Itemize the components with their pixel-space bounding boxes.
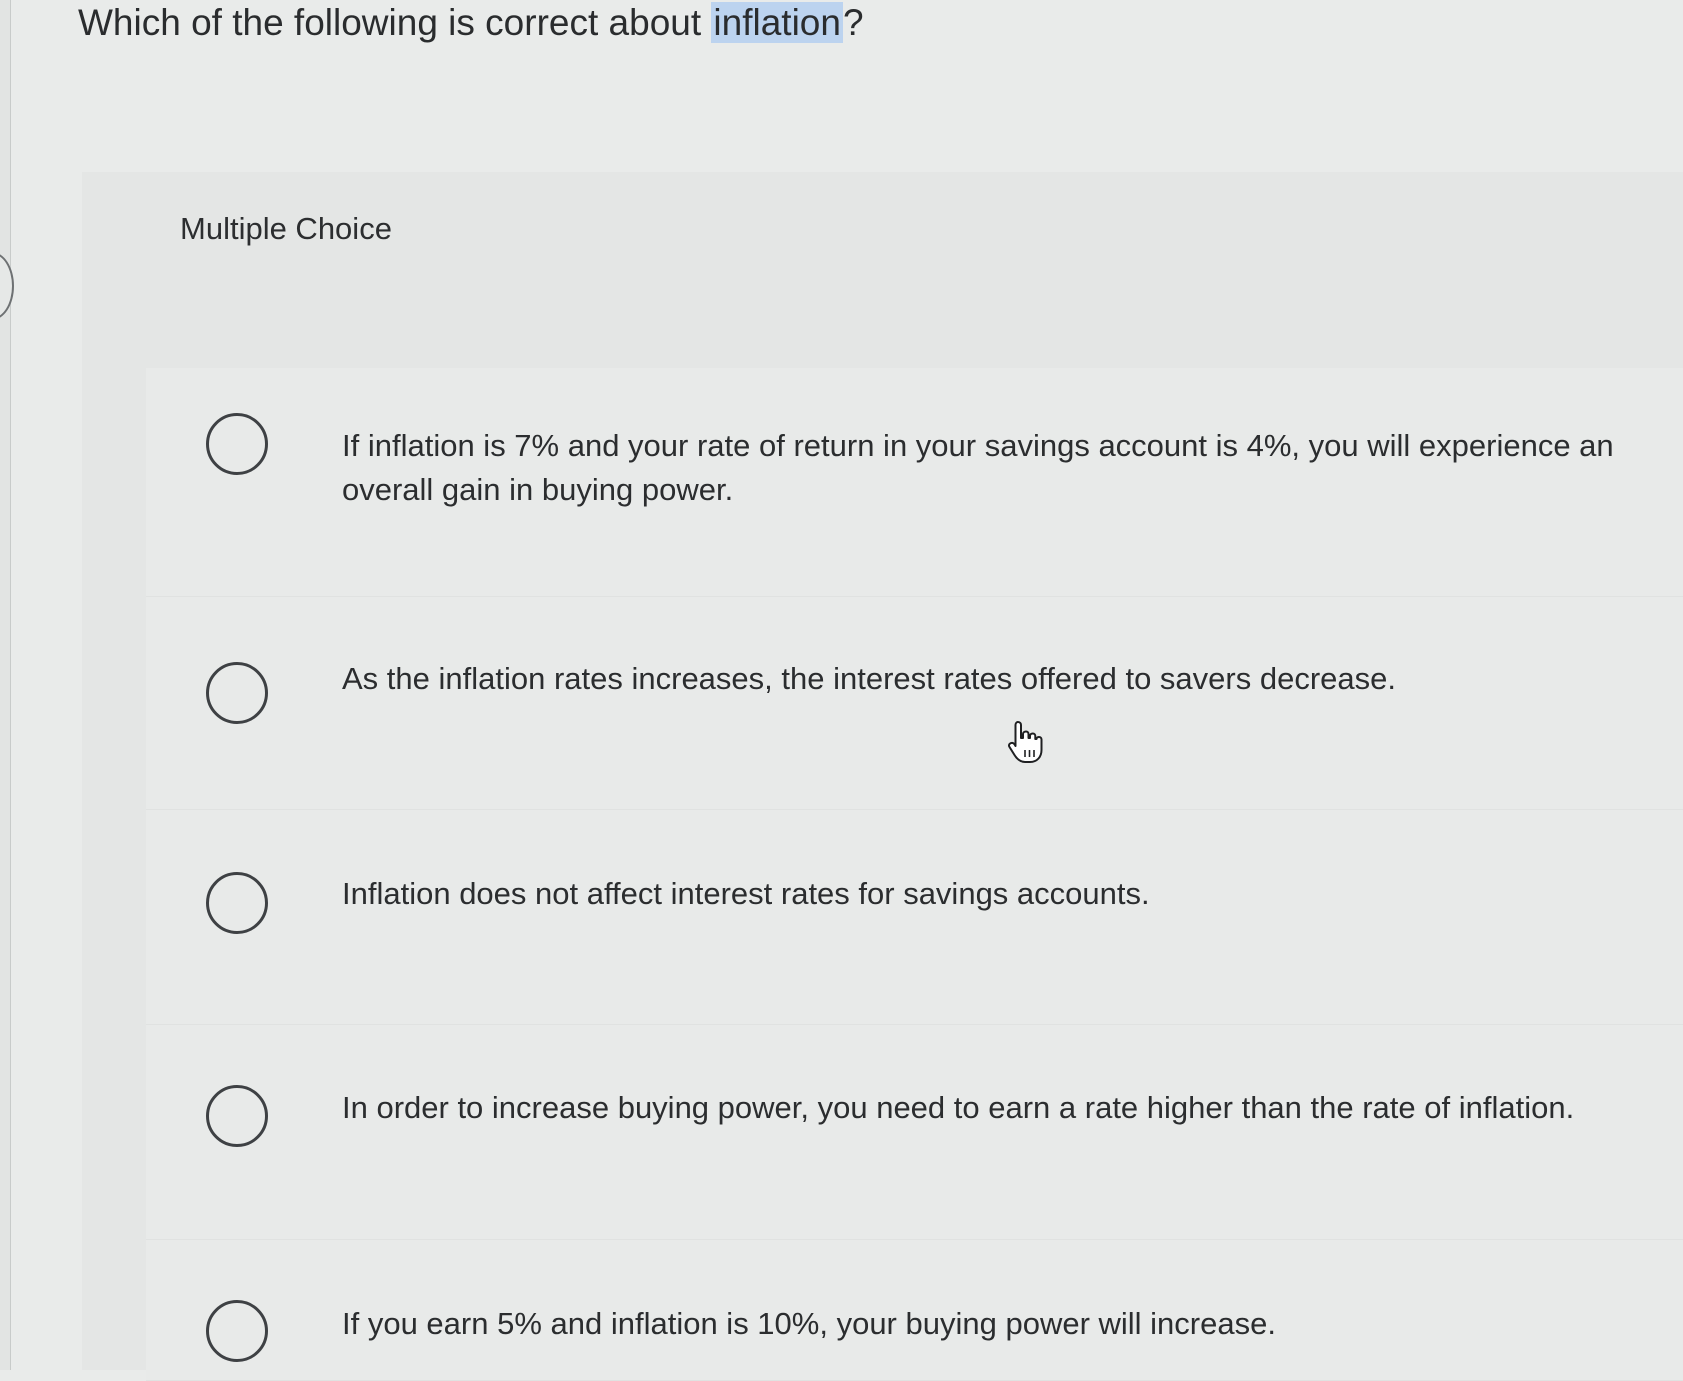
choice-option-2[interactable]: As the inflation rates increases, the in… bbox=[146, 597, 1683, 810]
choice-label[interactable]: If inflation is 7% and your rate of retu… bbox=[342, 424, 1682, 512]
side-panel-handle[interactable] bbox=[0, 252, 14, 320]
question-type-label: Multiple Choice bbox=[180, 211, 392, 246]
choice-label[interactable]: Inflation does not affect interest rates… bbox=[342, 872, 1683, 916]
choice-option-1[interactable]: If inflation is 7% and your rate of retu… bbox=[146, 368, 1683, 597]
radio-button-icon[interactable] bbox=[206, 1085, 268, 1147]
hand-pointer-icon bbox=[1007, 721, 1043, 763]
choice-option-3[interactable]: Inflation does not affect interest rates… bbox=[146, 810, 1683, 1025]
choice-label[interactable]: If you earn 5% and inflation is 10%, you… bbox=[342, 1302, 1683, 1346]
radio-button-icon[interactable] bbox=[206, 662, 268, 724]
choice-label[interactable]: In order to increase buying power, you n… bbox=[342, 1086, 1683, 1130]
question-suffix: ? bbox=[842, 2, 864, 43]
choice-option-5[interactable]: If you earn 5% and inflation is 10%, you… bbox=[146, 1240, 1683, 1381]
choice-label[interactable]: As the inflation rates increases, the in… bbox=[342, 657, 1683, 701]
radio-button-icon[interactable] bbox=[206, 1300, 268, 1362]
selected-text-highlight: inflation bbox=[711, 2, 843, 43]
radio-button-icon[interactable] bbox=[206, 872, 268, 934]
radio-button-icon[interactable] bbox=[206, 413, 268, 475]
question-prompt: Which of the following is correct about … bbox=[78, 0, 864, 46]
choice-option-4[interactable]: In order to increase buying power, you n… bbox=[146, 1025, 1683, 1240]
choice-list: If inflation is 7% and your rate of retu… bbox=[146, 368, 1683, 1381]
question-prefix: Which of the following is correct about bbox=[78, 2, 712, 43]
left-edge-strip bbox=[0, 0, 14, 1370]
